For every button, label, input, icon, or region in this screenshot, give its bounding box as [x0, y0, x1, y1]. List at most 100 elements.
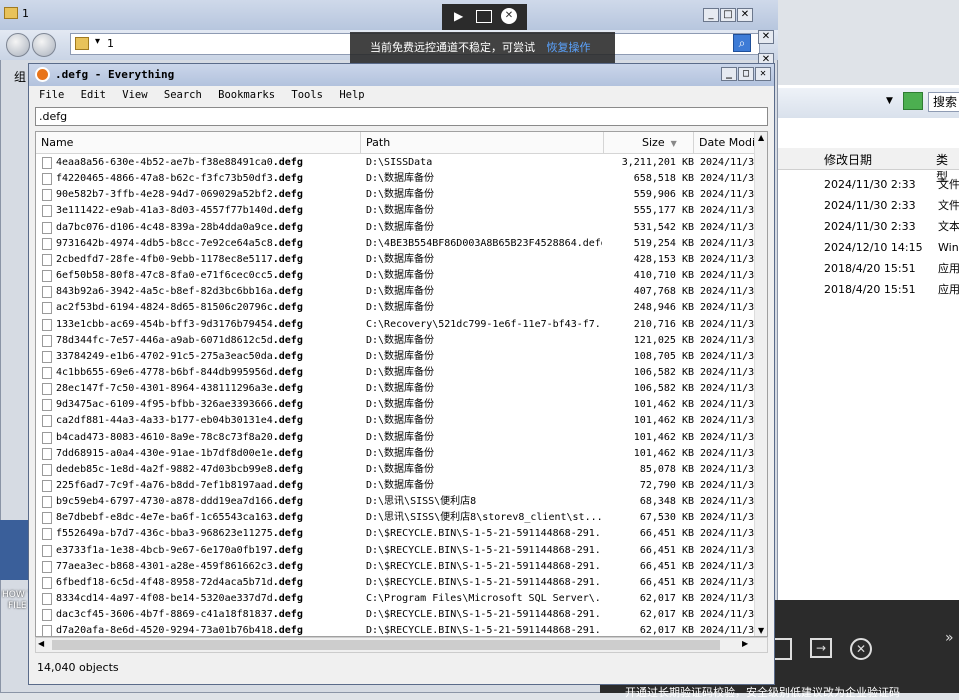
- file-row-date[interactable]: 2024/11/30 2:33: [824, 217, 916, 237]
- result-row[interactable]: f4220465-4866-47a8-b62c-f3fc73b50df3.def…: [36, 171, 760, 187]
- file-row-date[interactable]: 2018/4/20 15:51: [824, 280, 916, 300]
- result-size: 66,451 KB: [639, 560, 694, 572]
- menu-tools[interactable]: Tools: [291, 89, 323, 101]
- result-row[interactable]: 843b92a6-3942-4a5c-b8ef-82d3bc6bb16a.def…: [36, 284, 760, 300]
- screen-icon[interactable]: [476, 10, 492, 23]
- column-path[interactable]: Path: [361, 132, 604, 154]
- result-row[interactable]: b9c59eb4-6797-4730-a878-ddd19ea7d166.def…: [36, 494, 760, 510]
- result-name-stem: dac3cf45-3606-4b7f-8869-c41a18f81837: [56, 609, 273, 621]
- folder-icon: [4, 7, 18, 19]
- refresh-icon[interactable]: [903, 92, 923, 110]
- menu-view[interactable]: View: [122, 89, 147, 101]
- window-icon[interactable]: [772, 638, 792, 660]
- file-row-date[interactable]: 2024/12/10 14:15: [824, 238, 923, 258]
- result-row[interactable]: f552649a-b7d7-436c-bba3-968623e11275.def…: [36, 526, 760, 542]
- result-name-stem: 78d344fc-7e57-446a-a9ab-6071d8612c5d: [56, 334, 273, 346]
- result-date: 2024/11/30: [700, 334, 760, 346]
- column-name[interactable]: Name: [36, 132, 361, 154]
- expand-icon[interactable]: »: [945, 630, 954, 646]
- result-row[interactable]: d7a20afa-8e6d-4520-9294-73a01b76b418.def…: [36, 623, 760, 636]
- result-name-ext: .defg: [272, 480, 303, 491]
- search-icon[interactable]: ⌕: [733, 34, 751, 52]
- column-date-modified[interactable]: 修改日期: [824, 151, 872, 168]
- result-row[interactable]: 8e7dbebf-e8dc-4e7e-ba6f-1c65543ca163.def…: [36, 510, 760, 526]
- scroll-up-icon[interactable]: ▲: [758, 133, 764, 142]
- toolbar-organize-label[interactable]: 组: [14, 68, 26, 85]
- scroll-left-icon[interactable]: ◀: [38, 639, 44, 648]
- minimize-button[interactable]: _: [721, 67, 737, 81]
- scroll-thumb[interactable]: [52, 640, 720, 650]
- result-path: D:\$RECYCLE.BIN\S-1-5-21-591144868-291..…: [366, 609, 602, 621]
- result-date: 2024/11/30: [700, 205, 760, 217]
- close-icon[interactable]: ✕: [850, 638, 872, 660]
- close-button[interactable]: ✕: [755, 67, 771, 81]
- menu-help[interactable]: Help: [339, 89, 364, 101]
- maximize-button[interactable]: □: [738, 67, 754, 81]
- file-row-date[interactable]: 2024/11/30 2:33: [824, 175, 916, 195]
- close-button[interactable]: ✕: [737, 8, 753, 22]
- close-icon[interactable]: ✕: [501, 8, 517, 24]
- file-icon: [42, 157, 52, 169]
- menu-file[interactable]: File: [39, 89, 64, 101]
- file-row-date[interactable]: 2024/11/30 2:33: [824, 196, 916, 216]
- close-button-2[interactable]: ✕: [758, 30, 774, 44]
- file-icon: [42, 544, 52, 557]
- result-row[interactable]: 33784249-e1b6-4702-91c5-275a3eac50da.def…: [36, 349, 760, 365]
- result-name: ca2df881-44a3-4a33-b177-eb04b30131e4.def…: [56, 413, 356, 429]
- result-row[interactable]: e3733f1a-1e38-4bcb-9e67-6e170a0fb197.def…: [36, 543, 760, 559]
- result-row[interactable]: 4c1bb655-69e6-4778-b6bf-844db995956d.def…: [36, 365, 760, 381]
- vertical-scrollbar[interactable]: ▲ ▼: [754, 132, 767, 636]
- result-row[interactable]: 9d3475ac-6109-4f95-bfbb-326ae3393666.def…: [36, 397, 760, 413]
- column-date-modified[interactable]: Date Modifie: [694, 132, 756, 154]
- horizontal-scrollbar[interactable]: ◀ ▶: [35, 637, 768, 653]
- result-name-stem: 133e1cbb-ac69-454b-bff3-9d3176b79454: [56, 318, 273, 330]
- column-size[interactable]: Size ▼: [604, 132, 694, 154]
- scroll-right-icon[interactable]: ▶: [742, 639, 748, 648]
- result-row[interactable]: 225f6ad7-7c9f-4a76-b8dd-7ef1b8197aad.def…: [36, 478, 760, 494]
- menu-bookmarks[interactable]: Bookmarks: [218, 89, 275, 101]
- result-row[interactable]: 9731642b-4974-4db5-b8cc-7e92ce64a5c8.def…: [36, 236, 760, 252]
- back-button[interactable]: [6, 33, 30, 57]
- search-box[interactable]: 搜索: [928, 92, 959, 112]
- minimize-button[interactable]: _: [703, 8, 719, 22]
- file-icon: [42, 318, 52, 331]
- result-row[interactable]: 6ef50b58-80f8-47c8-8fa0-e71f6cec0cc5.def…: [36, 268, 760, 284]
- result-row[interactable]: 2cbedfd7-28fe-4fb0-9ebb-1178ec8e5117.def…: [36, 252, 760, 268]
- result-row[interactable]: 28ec147f-7c50-4301-8964-438111296a3e.def…: [36, 381, 760, 397]
- pointer-icon[interactable]: ▶: [454, 9, 463, 23]
- chevron-down-icon[interactable]: ▼: [886, 96, 893, 106]
- menu-edit[interactable]: Edit: [81, 89, 106, 101]
- result-row[interactable]: 7dd68915-a0a4-430e-91ae-1b7df8d00e1e.def…: [36, 446, 760, 462]
- result-row[interactable]: 6fbedf18-6c5d-4f48-8958-72d4aca5b71d.def…: [36, 575, 760, 591]
- file-row-date[interactable]: 2018/4/20 15:51: [824, 259, 916, 279]
- result-name-stem: 8334cd14-4a97-4f08-be14-5320ae337d7d: [56, 593, 273, 605]
- folder-transfer-icon[interactable]: →: [810, 638, 832, 658]
- result-path: D:\数据库备份: [366, 205, 435, 217]
- restore-link[interactable]: 恢复操作: [547, 41, 591, 54]
- search-input[interactable]: .defg: [35, 107, 768, 126]
- result-row[interactable]: da7bc076-d106-4c48-839a-28b4dda0a9ce.def…: [36, 220, 760, 236]
- result-row[interactable]: ca2df881-44a3-4a33-b177-eb04b30131e4.def…: [36, 413, 760, 429]
- result-row[interactable]: b4cad473-8083-4610-8a9e-78c8c73f8a20.def…: [36, 430, 760, 446]
- forward-button[interactable]: [32, 33, 56, 57]
- result-size: 658,518 KB: [633, 173, 694, 185]
- scroll-down-icon[interactable]: ▼: [758, 626, 764, 635]
- maximize-button[interactable]: □: [720, 8, 736, 22]
- result-date: 2024/11/30: [700, 383, 760, 395]
- result-row[interactable]: 3e111422-e9ab-41a3-8d03-4557f77b140d.def…: [36, 203, 760, 219]
- result-row[interactable]: dedeb85c-1e8d-4a2f-9882-47d03bcb99e8.def…: [36, 462, 760, 478]
- result-row[interactable]: 8334cd14-4a97-4f08-be14-5320ae337d7d.def…: [36, 591, 760, 607]
- result-row[interactable]: 90e582b7-3ffb-4e28-94d7-069029a52bf2.def…: [36, 187, 760, 203]
- result-row[interactable]: 4eaa8a56-630e-4b52-ae7b-f38e88491ca0.def…: [36, 155, 760, 171]
- result-name-stem: 843b92a6-3942-4a5c-b8ef-82d3bc6bb16a: [56, 286, 273, 298]
- result-name-ext: .defg: [272, 157, 303, 168]
- result-row[interactable]: 78d344fc-7e57-446a-a9ab-6071d8612c5d.def…: [36, 333, 760, 349]
- result-row[interactable]: 77aea3ec-b868-4301-a28e-459f861662c3.def…: [36, 559, 760, 575]
- chevron-down-icon[interactable]: ▾: [95, 36, 100, 47]
- result-row[interactable]: dac3cf45-3606-4b7f-8869-c41a18f81837.def…: [36, 607, 760, 623]
- menu-search[interactable]: Search: [164, 89, 202, 101]
- result-name: 6fbedf18-6c5d-4f48-8958-72d4aca5b71d.def…: [56, 575, 356, 591]
- result-row[interactable]: 133e1cbb-ac69-454b-bff3-9d3176b79454.def…: [36, 317, 760, 333]
- result-row[interactable]: ac2f53bd-6194-4824-8d65-81506c20796c.def…: [36, 300, 760, 316]
- result-path: C:\Program Files\Microsoft SQL Server\..…: [366, 593, 602, 605]
